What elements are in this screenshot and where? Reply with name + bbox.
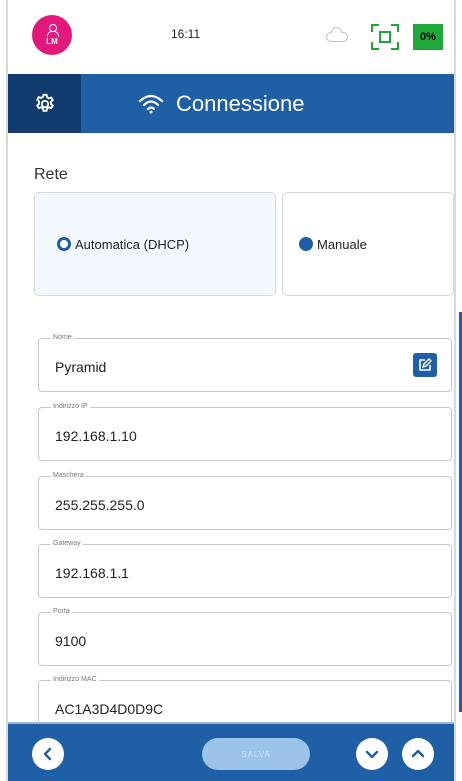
radio-selected-icon [57, 237, 71, 251]
chevron-up-icon [411, 749, 425, 758]
page-title-text: Connessione [176, 90, 305, 116]
mac-field-value: AC1A3D4D0D9C [55, 701, 164, 717]
name-field[interactable]: Nome Pyramid [38, 334, 452, 392]
bottom-bar: SALVA [8, 722, 454, 781]
save-button[interactable]: SALVA [202, 738, 310, 770]
avatar[interactable]: LM [32, 15, 72, 55]
mask-field[interactable]: Maschera 255.255.255.0 [38, 472, 452, 530]
ip-field-label: Indirizzo IP [51, 403, 90, 410]
status-bar: LM 16:11 0% [8, 10, 454, 72]
mask-field-value: 255.255.255.0 [55, 497, 145, 513]
battery-indicator: 0% [413, 24, 443, 50]
user-icon [47, 24, 59, 37]
port-field-label: Porta [51, 608, 72, 615]
clock: 16:11 [171, 27, 201, 41]
avatar-initials: LM [46, 37, 58, 46]
radio-manual-label: Manuale [317, 236, 367, 252]
app-frame: LM 16:11 0% Connessione Rete Automatica … [6, 0, 462, 781]
gateway-field-value: 192.168.1.1 [55, 565, 129, 581]
gear-icon [35, 93, 54, 112]
radio-dhcp-label: Automatica (DHCP) [75, 236, 190, 252]
scroll-up-button[interactable] [402, 738, 434, 770]
port-field[interactable]: Porta 9100 [38, 608, 452, 666]
mask-field-label: Maschera [51, 472, 86, 479]
back-button[interactable] [32, 738, 64, 770]
radio-manual[interactable]: Manuale [282, 192, 454, 296]
radio-dhcp[interactable]: Automatica (DHCP) [34, 192, 276, 296]
edit-name-button[interactable] [413, 353, 437, 377]
chevron-left-icon [43, 747, 52, 761]
cloud-icon [326, 32, 348, 42]
ip-field-value: 192.168.1.10 [55, 428, 137, 444]
ip-field[interactable]: Indirizzo IP 192.168.1.10 [38, 403, 452, 461]
wifi-icon [138, 94, 164, 113]
scroll-down-button[interactable] [356, 738, 388, 770]
mac-field-label: Indirizzo MAC [51, 676, 99, 683]
qr-scan-icon[interactable] [371, 24, 399, 50]
name-field-value: Pyramid [55, 359, 107, 375]
gateway-field[interactable]: Gateway 192.168.1.1 [38, 540, 452, 598]
name-field-label: Nome [51, 334, 74, 341]
network-section-label: Rete [34, 166, 68, 183]
gateway-field-label: Gateway [51, 540, 83, 547]
header-bar: Connessione [8, 74, 454, 133]
radio-unselected-icon [299, 237, 313, 251]
settings-button[interactable] [8, 74, 81, 133]
page-title: Connessione [138, 74, 304, 133]
port-field-value: 9100 [55, 633, 87, 649]
edit-icon [419, 358, 432, 371]
chevron-down-icon [365, 750, 379, 759]
